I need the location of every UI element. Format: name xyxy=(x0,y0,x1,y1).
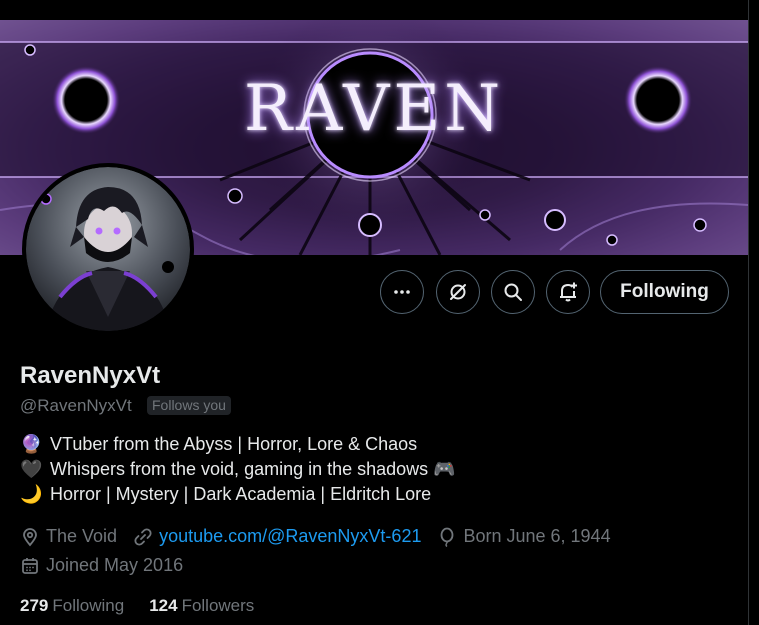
profile-meta-row-2: Joined May 2016 xyxy=(20,555,199,576)
top-bar xyxy=(0,0,759,20)
balloon-icon xyxy=(441,527,454,547)
birthday-text: Born June 6, 1944 xyxy=(463,526,611,546)
grok-button[interactable] xyxy=(436,270,480,314)
more-button[interactable] xyxy=(380,270,424,314)
notification-bell-icon xyxy=(560,282,577,302)
bio-line-1: 🔮 VTuber from the Abyss | Horror, Lore &… xyxy=(20,434,417,455)
profile-meta-row: The Void youtube.com/@RavenNyxVt-621 Bor… xyxy=(20,526,627,547)
search-icon xyxy=(504,283,522,301)
following-stat[interactable]: 279 Following xyxy=(20,596,124,616)
banner-title: RAVEN xyxy=(243,72,505,146)
column-divider xyxy=(748,0,749,625)
follows-you-badge: Follows you xyxy=(147,396,231,415)
black-heart-emoji: 🖤 xyxy=(20,459,43,479)
joined-item: Joined May 2016 xyxy=(20,555,183,576)
bio-text-3: Horror | Mystery | Dark Academia | Eldri… xyxy=(50,484,432,504)
joined-text: Joined May 2016 xyxy=(46,555,184,575)
followers-count: 124 xyxy=(149,596,178,615)
bio-line-2: 🖤 Whispers from the void, gaming in the … xyxy=(20,459,456,480)
bio-line-3: 🌙 Horror | Mystery | Dark Academia | Eld… xyxy=(20,484,431,505)
bio-text-2: Whispers from the void, gaming in the sh… xyxy=(50,459,456,479)
search-profile-button[interactable] xyxy=(491,270,535,314)
user-handle: @RavenNyxVt xyxy=(20,396,132,415)
website-link[interactable]: youtube.com/@RavenNyxVt-621 xyxy=(159,526,421,547)
birthday-item: Born June 6, 1944 xyxy=(437,526,611,547)
location-item: The Void xyxy=(20,526,117,547)
following-count: 279 xyxy=(20,596,49,615)
location-pin-icon xyxy=(23,527,37,546)
website-item[interactable]: youtube.com/@RavenNyxVt-621 xyxy=(133,526,421,547)
link-icon xyxy=(134,527,152,546)
followers-label: Followers xyxy=(181,596,255,615)
bio-text-1: VTuber from the Abyss | Horror, Lore & C… xyxy=(50,434,418,454)
followers-stat[interactable]: 124 Followers xyxy=(149,596,254,616)
display-name: RavenNyxVt xyxy=(20,362,161,389)
following-label: Following xyxy=(52,596,125,615)
grok-icon xyxy=(450,284,466,300)
crystal-ball-emoji: 🔮 xyxy=(20,434,43,454)
avatar-image xyxy=(26,167,190,331)
following-button[interactable]: Following xyxy=(600,270,729,314)
location-text: The Void xyxy=(46,526,118,546)
more-icon xyxy=(394,290,410,294)
follow-stats: 279 Following 124 Followers xyxy=(20,596,279,616)
calendar-icon xyxy=(22,557,38,574)
notifications-button[interactable] xyxy=(546,270,590,314)
crescent-moon-emoji: 🌙 xyxy=(20,484,43,504)
profile-avatar[interactable] xyxy=(22,163,194,335)
